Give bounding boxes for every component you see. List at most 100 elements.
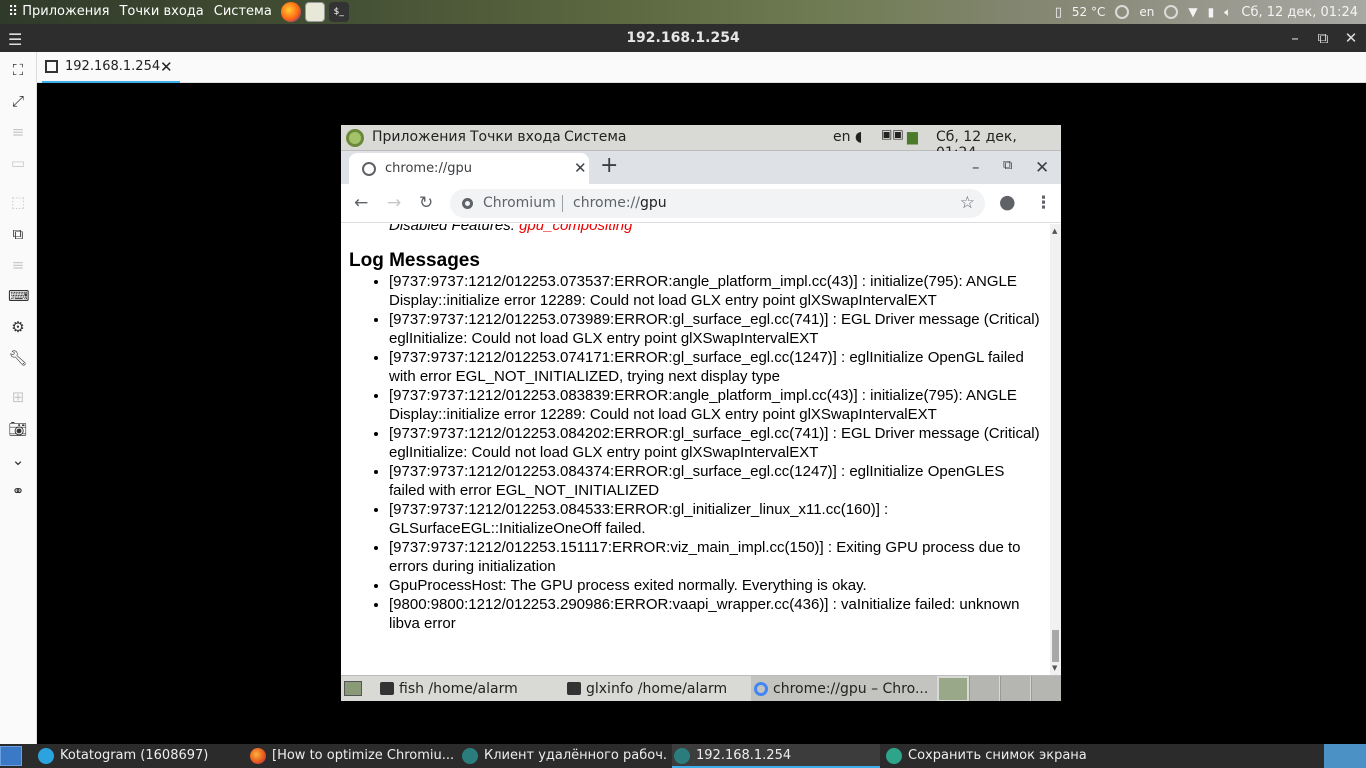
- volume-icon[interactable]: 🔈︎: [1224, 5, 1231, 20]
- remote-menu-applications[interactable]: Приложения: [372, 129, 466, 145]
- minimize-icon[interactable]: ⌄: [8, 450, 28, 470]
- screenshot-icon[interactable]: 📷︎: [8, 419, 28, 439]
- menu-places[interactable]: Точки входа: [114, 0, 208, 24]
- temperature-readout: 52 °C: [1071, 5, 1106, 19]
- scaler-icon[interactable]: ⧉: [8, 224, 28, 244]
- scroll-up-icon[interactable]: ▲: [1052, 227, 1057, 235]
- close-window-button[interactable]: ✕: [1340, 28, 1362, 48]
- menu-system[interactable]: Система: [209, 0, 277, 24]
- menu-applications[interactable]: Приложения: [17, 0, 114, 24]
- minimize-window-button[interactable]: –: [1284, 28, 1306, 48]
- task-screenshot[interactable]: Сохранить снимок экрана: [884, 744, 1114, 768]
- log-message: [9737:9737:1212/012253.073989:ERROR:gl_s…: [389, 310, 1044, 348]
- terminal-launcher-icon[interactable]: $_: [328, 2, 349, 22]
- log-message: [9737:9737:1212/012253.084533:ERROR:gl_i…: [389, 500, 1044, 538]
- dynamic-resolution-icon[interactable]: ⬚: [8, 192, 28, 212]
- chromium-minimize-button[interactable]: –: [972, 158, 980, 176]
- remote-taskbar: fish /home/alarm glxinfo /home/alarm chr…: [341, 675, 1061, 701]
- window-title: 192.168.1.254: [626, 30, 740, 46]
- telegram-icon: [38, 748, 54, 764]
- chromium-restore-button[interactable]: ⧉: [1003, 158, 1012, 173]
- close-tab-icon[interactable]: ✕: [574, 159, 587, 177]
- page-content[interactable]: Disabled Features: gpu_compositing Log M…: [341, 224, 1050, 675]
- restore-window-button[interactable]: ⧉: [1312, 28, 1334, 48]
- tray-chromium-icon[interactable]: [939, 678, 967, 700]
- remote-network-icon[interactable]: ▆: [907, 129, 918, 145]
- wifi-icon[interactable]: ▼: [1188, 5, 1197, 19]
- chromium-menu-icon[interactable]: ⋮: [1035, 193, 1052, 213]
- omnibox-url[interactable]: chrome://gpu: [573, 195, 667, 211]
- back-icon[interactable]: ←: [354, 193, 368, 213]
- keyboard-layout-indicator[interactable]: en: [1139, 5, 1154, 19]
- forward-icon[interactable]: →: [387, 193, 401, 213]
- chromium-icon: [754, 682, 768, 696]
- workspace-2[interactable]: [1000, 676, 1030, 701]
- remote-menu-system[interactable]: Система: [564, 129, 626, 145]
- task-kotatogram[interactable]: Kotatogram (1608697): [36, 744, 248, 768]
- clock[interactable]: Сб, 12 дек, 01:24: [1241, 5, 1358, 20]
- remote-desktop[interactable]: Приложения Точки входа Система en ◖ ▣▣ ▆…: [341, 125, 1061, 701]
- remote-keyboard-layout[interactable]: en: [833, 129, 851, 145]
- workspace-1[interactable]: [969, 676, 999, 701]
- remote-volume-icon[interactable]: ◖: [855, 129, 862, 145]
- remote-task-glxinfo[interactable]: glxinfo /home/alarm: [564, 676, 746, 701]
- profile-avatar-icon[interactable]: ●: [999, 191, 1016, 213]
- show-desktop-button[interactable]: [0, 746, 22, 766]
- omnibox[interactable]: Chromium chrome://gpu ☆: [450, 189, 985, 218]
- terminal-icon: [567, 682, 581, 695]
- apps-grid-icon[interactable]: ⠿: [8, 4, 18, 20]
- tools-icon[interactable]: 🔧︎: [8, 348, 28, 368]
- remote-task-fish[interactable]: fish /home/alarm: [377, 676, 557, 701]
- bottom-taskbar: Kotatogram (1608697) [How to optimize Ch…: [0, 744, 1366, 768]
- log-message: [9737:9737:1212/012253.151117:ERROR:viz_…: [389, 538, 1044, 576]
- bookmark-star-icon[interactable]: ☆: [960, 193, 975, 213]
- task-remote-client[interactable]: Клиент удалённого рабоч...: [460, 744, 668, 768]
- remmina-toolbar: ⛶ ⤢ ≡ ▭ ⬚ ⧉ ≡ ⌨ ⚙ 🔧︎ ⊞ 📷︎ ⌄ ⚭: [0, 52, 37, 744]
- task-remmina-session[interactable]: 192.168.1.254: [672, 744, 880, 768]
- show-desktop-icon[interactable]: [344, 681, 362, 696]
- log-message: GpuProcessHost: The GPU process exited n…: [389, 576, 1044, 595]
- close-tab-icon[interactable]: ✕: [160, 58, 173, 76]
- chromium-tab[interactable]: chrome://gpu ✕: [349, 153, 589, 184]
- scroll-down-icon[interactable]: ▼: [1052, 664, 1057, 672]
- tab-label: 192.168.1.254: [65, 59, 161, 74]
- multi-monitor-icon[interactable]: ≡: [8, 122, 28, 142]
- disabled-features-line: Disabled Features: gpu_compositing: [389, 224, 633, 234]
- workspace-pager[interactable]: [1324, 744, 1366, 768]
- grab-keyboard-icon[interactable]: ⌨: [8, 286, 30, 306]
- disconnect-icon[interactable]: ⚭: [8, 481, 28, 501]
- task-firefox[interactable]: [How to optimize Chromiu...: [248, 744, 460, 768]
- user-icon[interactable]: [1115, 5, 1130, 19]
- cpu-temp-icon: ▯: [1054, 4, 1062, 20]
- workspace-3[interactable]: [1031, 676, 1061, 701]
- tab-connection[interactable]: 192.168.1.254 ✕: [42, 52, 180, 83]
- scrollbar-thumb[interactable]: [1052, 630, 1059, 662]
- reload-icon[interactable]: ↻: [419, 193, 433, 213]
- log-message: [9737:9737:1212/012253.074171:ERROR:gl_s…: [389, 348, 1044, 386]
- chromium-close-button[interactable]: ✕: [1035, 158, 1049, 178]
- remote-menu-places[interactable]: Точки входа: [470, 129, 561, 145]
- remote-indicators-icon[interactable]: ▣▣: [881, 127, 904, 141]
- battery-icon[interactable]: ▮: [1208, 5, 1215, 19]
- log-message: [9737:9737:1212/012253.083839:ERROR:angl…: [389, 386, 1044, 424]
- firefox-launcher-icon[interactable]: [280, 2, 301, 22]
- fit-window-icon[interactable]: ⛶: [8, 60, 28, 80]
- preferences-icon[interactable]: ⚙: [8, 317, 28, 337]
- remote-task-chromium[interactable]: chrome://gpu – Chro...: [751, 676, 937, 701]
- bluetooth-icon[interactable]: [1164, 5, 1179, 19]
- log-message: [9737:9737:1212/012253.084202:ERROR:gl_s…: [389, 424, 1044, 462]
- remmina-tabbar: 192.168.1.254 ✕: [37, 52, 1366, 83]
- log-message: [9737:9737:1212/012253.073537:ERROR:angl…: [389, 272, 1044, 310]
- text-editor-launcher-icon[interactable]: [304, 2, 325, 22]
- connection-icon: [45, 60, 58, 73]
- duplicate-icon[interactable]: ⊞: [8, 387, 28, 407]
- chromium-toolbar: ← → ↻ Chromium chrome://gpu ☆ ● ⋮: [341, 184, 1061, 223]
- new-tab-button[interactable]: +: [600, 155, 618, 177]
- fullscreen-icon[interactable]: ⤢: [8, 91, 28, 111]
- scaled-icon[interactable]: ▭: [8, 153, 28, 173]
- log-messages-list: [9737:9737:1212/012253.073537:ERROR:angl…: [389, 272, 1044, 633]
- page-scrollbar[interactable]: ▲ ▼: [1050, 224, 1061, 675]
- mate-logo-icon[interactable]: [346, 129, 364, 147]
- site-info-icon[interactable]: [462, 198, 473, 209]
- quality-icon[interactable]: ≡: [8, 255, 28, 275]
